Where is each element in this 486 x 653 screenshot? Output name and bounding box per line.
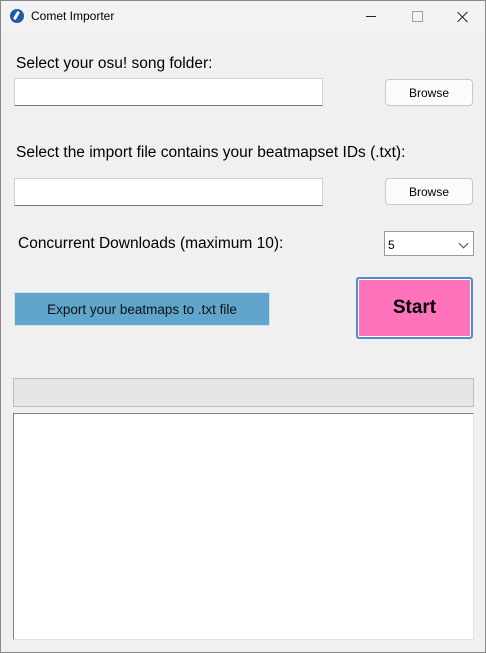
browse-song-folder-button[interactable]: Browse	[385, 79, 473, 106]
concurrent-downloads-select[interactable]: 5	[384, 231, 474, 256]
comet-app-icon	[10, 9, 24, 23]
progress-bar	[13, 378, 474, 407]
maximize-icon	[411, 11, 423, 22]
song-folder-label: Select your osu! song folder:	[16, 55, 213, 72]
concurrent-downloads-label: Concurrent Downloads (maximum 10):	[18, 235, 284, 252]
concurrent-downloads-value: 5	[388, 238, 395, 252]
window-title: Comet Importer	[31, 9, 115, 23]
close-button[interactable]	[440, 1, 486, 32]
minimize-button[interactable]	[348, 1, 394, 32]
title-bar[interactable]: Comet Importer	[1, 1, 485, 32]
import-file-label: Select the import file contains your bea…	[16, 144, 406, 161]
start-button[interactable]: Start	[356, 277, 473, 339]
maximize-button[interactable]	[394, 1, 440, 32]
import-file-input[interactable]	[14, 178, 323, 206]
log-output[interactable]	[13, 413, 474, 640]
app-window: Comet Importer Select your osu! song fol…	[0, 0, 486, 653]
chevron-down-icon	[458, 238, 469, 249]
browse-import-file-button[interactable]: Browse	[385, 178, 473, 205]
export-beatmaps-button[interactable]: Export your beatmaps to .txt file	[14, 292, 270, 326]
song-folder-input[interactable]	[14, 78, 323, 106]
close-icon	[457, 11, 469, 23]
minimize-icon	[366, 16, 376, 17]
